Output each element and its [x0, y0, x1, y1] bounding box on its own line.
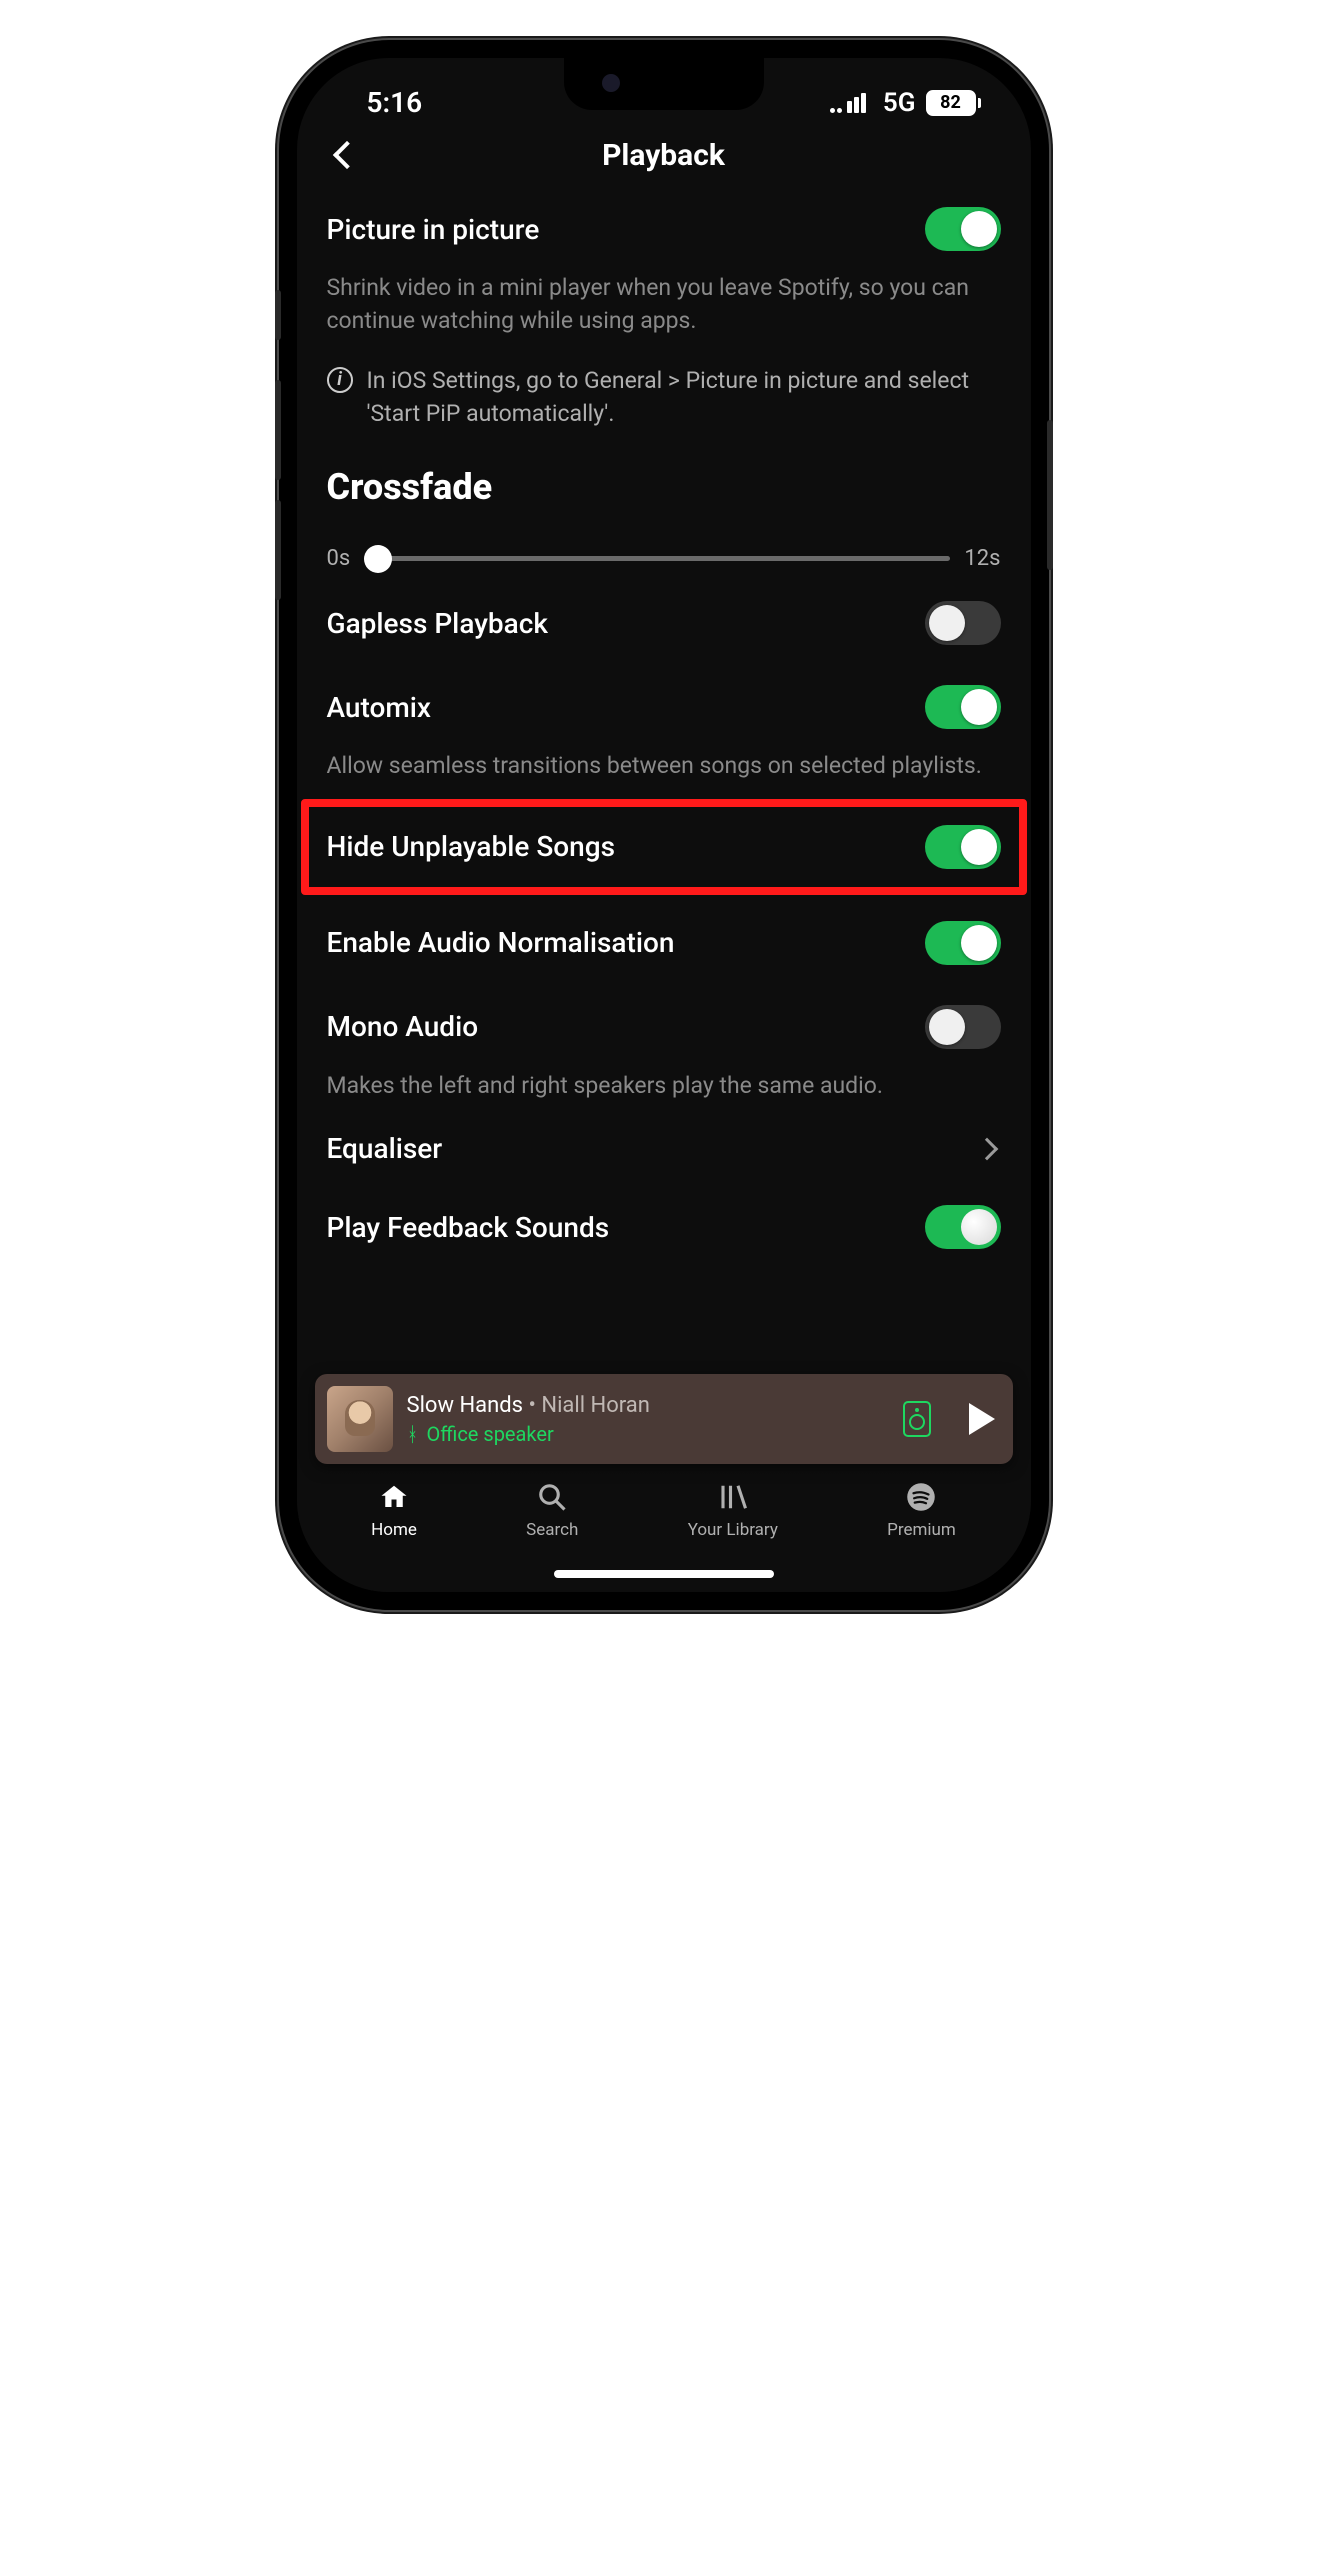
tab-premium-label: Premium	[887, 1520, 956, 1540]
track-title: Slow Hands	[407, 1393, 524, 1418]
feedback-title: Play Feedback Sounds	[327, 1211, 610, 1244]
tab-home[interactable]: Home	[371, 1480, 417, 1540]
phone-frame: 5:16 5G 82 Playback Picture in picture	[279, 40, 1049, 1610]
now-playing-bar[interactable]: Slow Hands • Niall Horan ᚼ Office speake…	[315, 1374, 1013, 1464]
notch	[564, 58, 764, 110]
highlight-annotation: Hide Unplayable Songs	[301, 799, 1027, 895]
library-icon	[716, 1480, 750, 1514]
tab-home-label: Home	[371, 1520, 417, 1540]
home-indicator[interactable]	[554, 1570, 774, 1578]
connected-device: Office speaker	[427, 1422, 554, 1446]
chevron-right-icon	[975, 1137, 998, 1160]
tab-library-label: Your Library	[688, 1520, 778, 1540]
bluetooth-icon: ᚼ	[407, 1422, 419, 1446]
tab-search-label: Search	[526, 1520, 578, 1540]
crossfade-max: 12s	[964, 546, 1000, 571]
back-button[interactable]	[332, 141, 360, 169]
hide-unplayable-toggle[interactable]	[925, 825, 1001, 869]
gapless-title: Gapless Playback	[327, 607, 548, 640]
page-title: Playback	[602, 138, 725, 173]
automix-description: Allow seamless transitions between songs…	[327, 749, 1001, 792]
pip-toggle[interactable]	[925, 207, 1001, 251]
screen: 5:16 5G 82 Playback Picture in picture	[297, 58, 1031, 1592]
play-button[interactable]	[969, 1403, 995, 1435]
feedback-toggle[interactable]	[925, 1205, 1001, 1249]
automix-toggle[interactable]	[925, 685, 1001, 729]
spotify-icon	[904, 1480, 938, 1514]
pip-title: Picture in picture	[327, 213, 540, 246]
equaliser-title: Equaliser	[327, 1132, 443, 1165]
tab-premium[interactable]: Premium	[887, 1480, 956, 1540]
feedback-sounds-row: Play Feedback Sounds	[327, 1185, 1001, 1253]
pip-info: i In iOS Settings, go to General > Pictu…	[327, 348, 1001, 441]
gapless-toggle[interactable]	[925, 601, 1001, 645]
track-info[interactable]: Slow Hands • Niall Horan ᚼ Office speake…	[407, 1393, 889, 1446]
mono-audio-row: Mono Audio	[327, 985, 1001, 1069]
track-artist: Niall Horan	[541, 1393, 650, 1418]
crossfade-thumb[interactable]	[364, 545, 392, 573]
equaliser-row[interactable]: Equaliser	[327, 1112, 1001, 1185]
mono-description: Makes the left and right speakers play t…	[327, 1069, 1001, 1112]
crossfade-min: 0s	[327, 546, 351, 571]
gapless-playback-row: Gapless Playback	[327, 581, 1001, 665]
normalisation-title: Enable Audio Normalisation	[327, 926, 675, 959]
pip-info-text: In iOS Settings, go to General > Picture…	[367, 364, 1001, 431]
signal-icon	[830, 93, 873, 113]
hide-unplayable-row: Hide Unplayable Songs	[327, 807, 1001, 887]
search-icon	[535, 1480, 569, 1514]
info-icon: i	[327, 367, 353, 393]
crossfade-heading: Crossfade	[327, 440, 1001, 526]
tab-search[interactable]: Search	[526, 1480, 578, 1540]
album-art[interactable]	[327, 1386, 393, 1452]
crossfade-slider-row: 0s 12s	[327, 526, 1001, 581]
hide-unplayable-title: Hide Unplayable Songs	[327, 830, 616, 863]
nav-header: Playback	[297, 131, 1031, 187]
crossfade-slider[interactable]	[364, 556, 950, 561]
automix-row: Automix	[327, 665, 1001, 749]
normalisation-toggle[interactable]	[925, 921, 1001, 965]
network-label: 5G	[883, 88, 916, 118]
home-icon	[377, 1480, 411, 1514]
tab-library[interactable]: Your Library	[688, 1480, 778, 1540]
picture-in-picture-row: Picture in picture	[327, 187, 1001, 271]
connect-device-icon[interactable]	[903, 1401, 931, 1437]
status-time: 5:16	[367, 86, 423, 119]
pip-description: Shrink video in a mini player when you l…	[327, 271, 1001, 348]
mono-toggle[interactable]	[925, 1005, 1001, 1049]
battery-icon: 82	[926, 90, 981, 116]
automix-title: Automix	[327, 691, 432, 724]
track-separator: •	[523, 1393, 541, 1418]
normalisation-row: Enable Audio Normalisation	[327, 901, 1001, 985]
mono-title: Mono Audio	[327, 1010, 479, 1043]
